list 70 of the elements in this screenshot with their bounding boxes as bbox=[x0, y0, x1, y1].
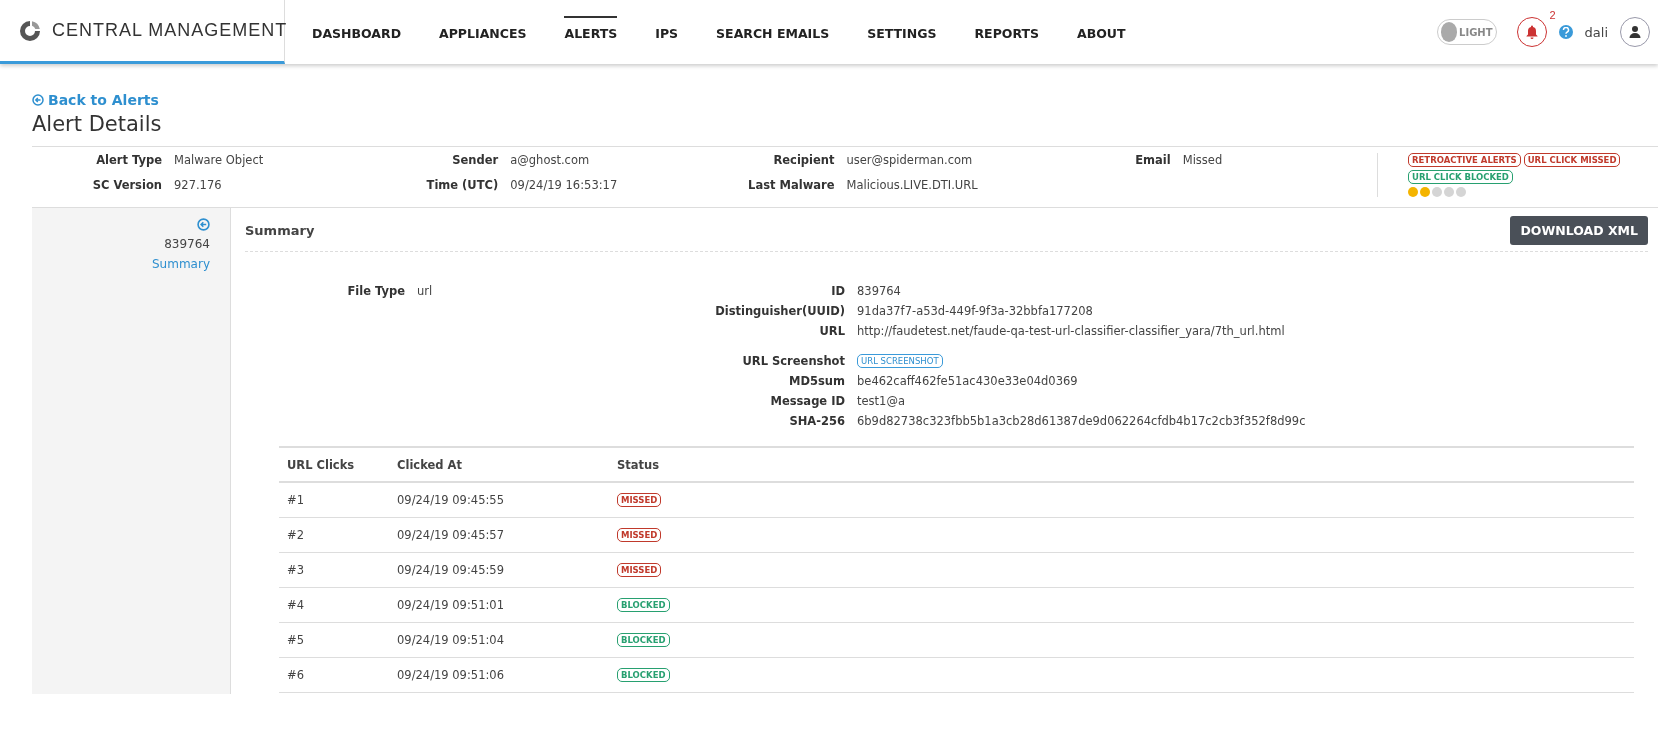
column-header: URL Clicks bbox=[287, 457, 356, 472]
info-value: Missed bbox=[1182, 153, 1224, 169]
table-cell-text: #4 bbox=[287, 598, 305, 612]
nav-tab[interactable]: DASHBOARD bbox=[312, 15, 401, 49]
table-cell-text: #3 bbox=[287, 563, 305, 577]
field-value: 6b9d82738c323fbb5b1a3cb28d61387de9d062264cfdb4b17c2cb3f352f8d99c bbox=[857, 414, 1307, 428]
field-value: be462caff462fe51ac430e33e04d0369 bbox=[857, 374, 1079, 388]
info-label: Email bbox=[1134, 153, 1171, 169]
info-label: SC Version bbox=[91, 178, 162, 194]
info-value: 927.176 bbox=[174, 178, 223, 194]
table-cell-text: 09/24/19 09:45:57 bbox=[397, 528, 505, 542]
table-cell-text: #5 bbox=[287, 633, 305, 647]
field-label: ID bbox=[830, 284, 845, 298]
field-label: URL bbox=[818, 324, 845, 338]
status-tag: BLOCKED bbox=[617, 598, 670, 612]
alert-tag: URL CLICK BLOCKED bbox=[1408, 170, 1513, 184]
info-value: 09/24/19 16:53:17 bbox=[510, 178, 619, 194]
nav-tab[interactable]: REPORTS bbox=[974, 15, 1039, 49]
table-cell-text: #1 bbox=[287, 493, 305, 507]
column-header: Status bbox=[617, 457, 661, 472]
brand-name: CENTRAL MANAGEMENT bbox=[52, 20, 288, 41]
status-tag: MISSED bbox=[617, 528, 662, 542]
info-label: Last Malware bbox=[747, 178, 835, 194]
field-label: Distinguisher(UUID) bbox=[714, 304, 845, 318]
table-cell-text: 09/24/19 09:45:59 bbox=[397, 563, 505, 577]
field-value: url bbox=[417, 284, 434, 298]
field-label: File Type bbox=[346, 284, 405, 298]
url-screenshot-button[interactable]: URL SCREENSHOT bbox=[857, 354, 943, 368]
status-tag: MISSED bbox=[617, 563, 662, 577]
nav-tab[interactable]: SETTINGS bbox=[867, 15, 937, 49]
nav-tab[interactable]: ABOUT bbox=[1077, 15, 1126, 49]
field-label: Message ID bbox=[769, 394, 845, 408]
field-value: 839764 bbox=[857, 284, 902, 298]
section-title: Summary bbox=[245, 223, 315, 238]
info-value: user@spiderman.com bbox=[846, 153, 974, 169]
table-cell-text: #2 bbox=[287, 528, 305, 542]
info-value: Malicious.LIVE.DTI.URL bbox=[846, 178, 979, 194]
column-header: Clicked At bbox=[397, 457, 463, 472]
table-cell-text: #6 bbox=[287, 668, 305, 682]
table-cell-text: 09/24/19 09:51:04 bbox=[397, 633, 505, 647]
sidebar-id: 839764 bbox=[164, 237, 210, 251]
notification-count: 2 bbox=[1549, 9, 1556, 21]
status-tag: BLOCKED bbox=[617, 668, 670, 682]
nav-tab[interactable]: SEARCH EMAILS bbox=[716, 15, 830, 49]
info-label: Sender bbox=[451, 153, 499, 169]
info-label: Time (UTC) bbox=[425, 178, 499, 194]
status-tag: MISSED bbox=[617, 493, 662, 507]
user-name[interactable]: dali bbox=[1584, 24, 1608, 40]
alert-tag: URL CLICK MISSED bbox=[1523, 153, 1621, 167]
table-cell-text: 09/24/19 09:51:01 bbox=[397, 598, 505, 612]
table-cell-text: 09/24/19 09:45:55 bbox=[397, 493, 505, 507]
field-label: SHA-256 bbox=[788, 414, 845, 428]
page-title: Alert Details bbox=[32, 112, 163, 136]
info-value: a@ghost.com bbox=[510, 153, 591, 169]
field-label: MD5sum bbox=[788, 374, 845, 388]
field-label: URL Screenshot bbox=[741, 354, 845, 368]
table-cell-text: 09/24/19 09:51:06 bbox=[397, 668, 505, 682]
nav-tab[interactable]: IPS bbox=[655, 15, 679, 49]
back-link[interactable]: Back to Alerts bbox=[32, 92, 159, 108]
nav-tab[interactable]: ALERTS bbox=[564, 15, 618, 49]
status-tag: BLOCKED bbox=[617, 633, 670, 647]
nav-tab[interactable]: APPLIANCES bbox=[439, 15, 527, 49]
info-label: Recipient bbox=[772, 153, 835, 169]
field-value: test1@a bbox=[857, 394, 906, 408]
field-value: 91da37f7-a53d-449f-9f3a-32bbfa177208 bbox=[857, 304, 1094, 318]
info-value: Malware Object bbox=[174, 153, 265, 169]
field-value: http://faudetest.net/faude-qa-test-url-classifier-classifier_yara/7th_url.html bbox=[857, 324, 1286, 338]
download-xml-button[interactable]: DOWNLOAD XML bbox=[1510, 216, 1648, 245]
alert-tag: RETROACTIVE ALERTS bbox=[1408, 153, 1521, 167]
info-label: Alert Type bbox=[95, 153, 162, 169]
